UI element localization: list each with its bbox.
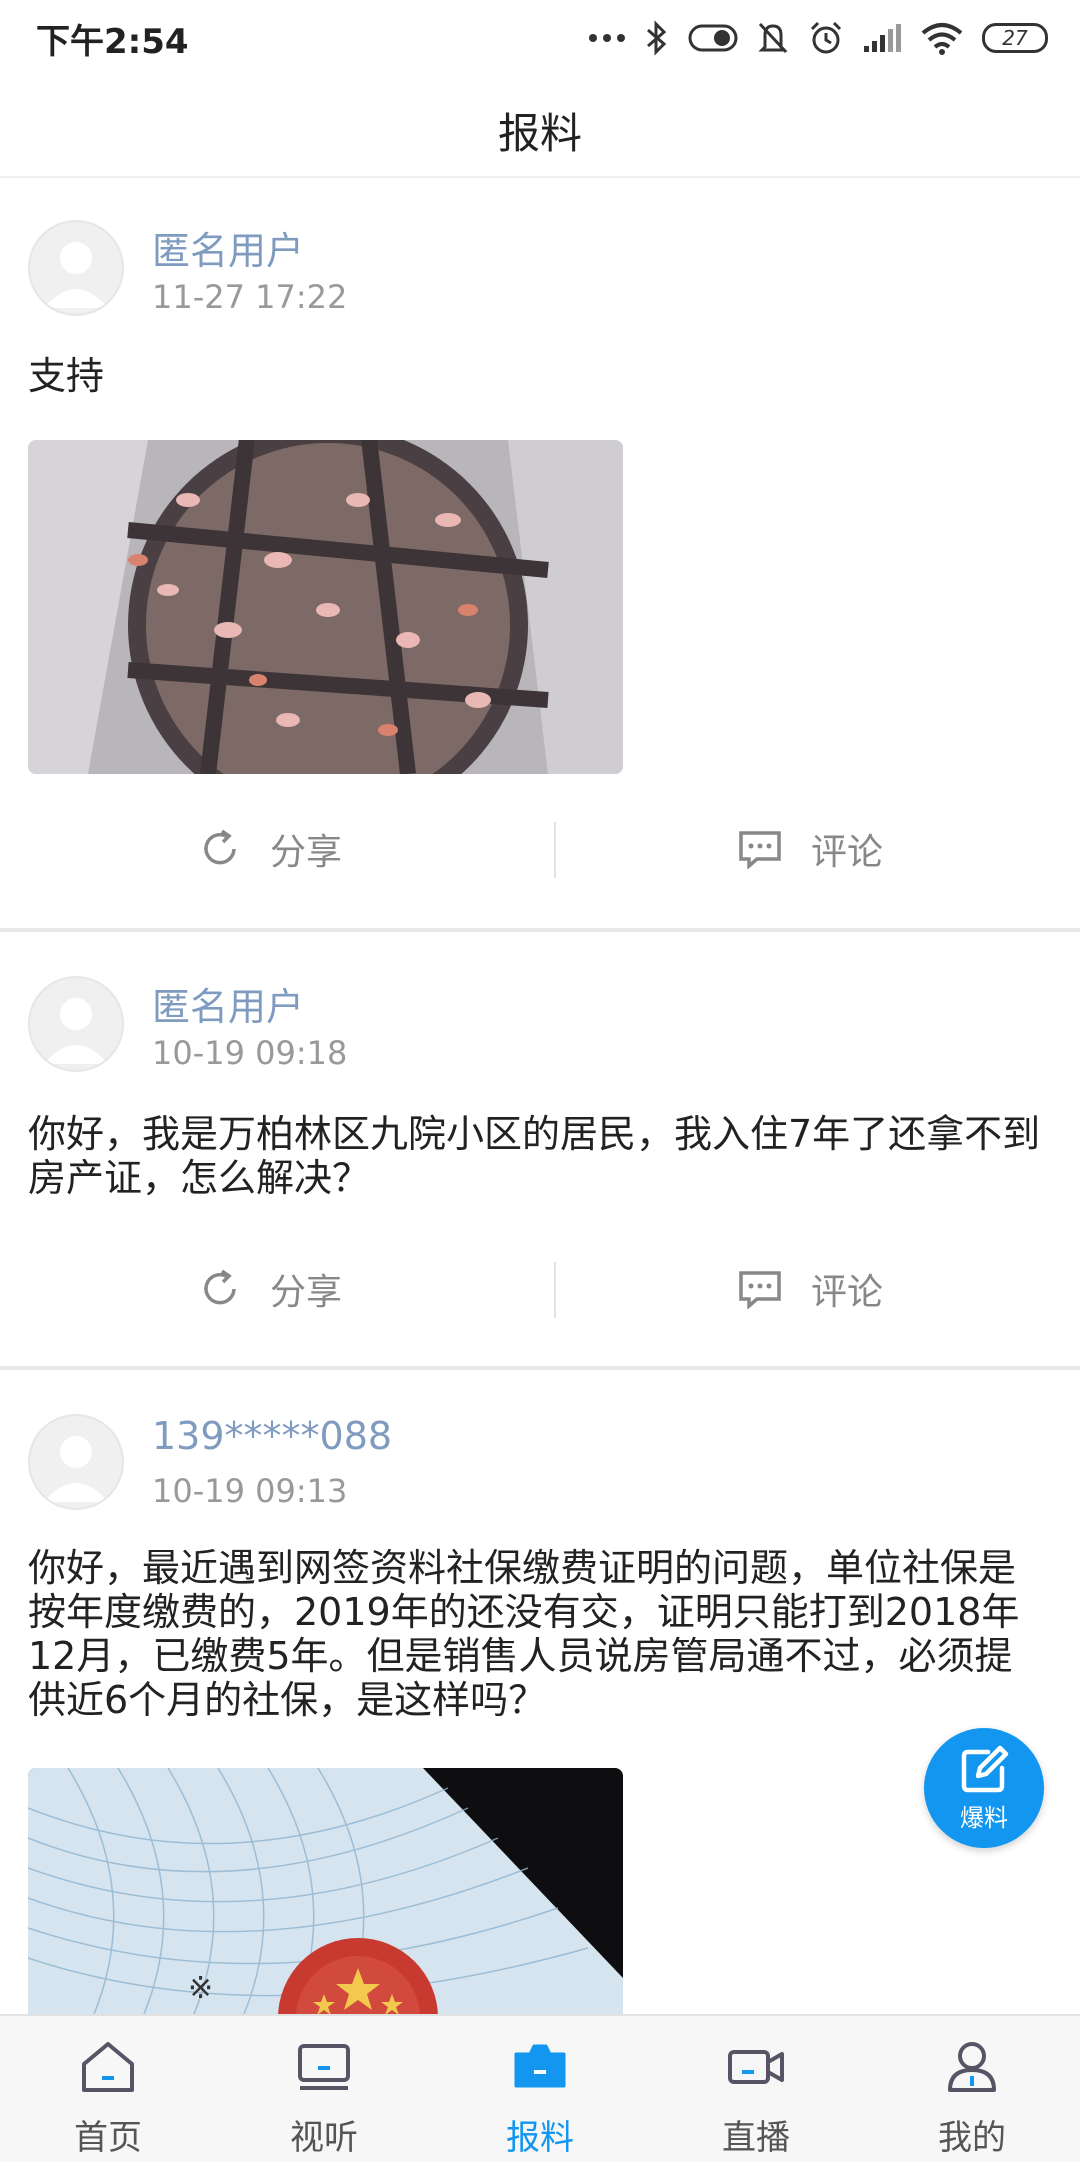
feed-post[interactable]: 139*****088 10-19 09:13 你好，最近遇到网签资料社保缴费证…: [0, 1370, 1080, 2014]
share-button[interactable]: 分享: [0, 1234, 540, 1344]
alarm-icon: [810, 21, 842, 54]
status-bar: 下午2:54 27: [0, 0, 1080, 76]
post-time: 10-19 09:13: [152, 1472, 348, 1510]
post-username[interactable]: 139*****088: [152, 1414, 392, 1458]
nav-label: 视听: [290, 2118, 358, 2158]
comment-label: 评论: [810, 832, 883, 873]
report-fab-button[interactable]: 爆料: [924, 1728, 1044, 1848]
tv-icon: [298, 2044, 350, 2090]
nav-item-video[interactable]: 视听: [216, 2016, 432, 2162]
post-image-certificate[interactable]: ※: [28, 1768, 623, 2014]
post-actions: 分享 评论: [0, 1234, 1080, 1344]
video-camera-icon: [728, 2050, 784, 2084]
home-icon: [82, 2042, 134, 2092]
share-icon: [204, 829, 236, 865]
feed-post[interactable]: 匿名用户 11-27 17:22 支持 分享 评论: [0, 176, 1080, 932]
camera-icon: [514, 2044, 566, 2088]
comment-icon: [739, 831, 781, 869]
user-icon: [948, 2042, 996, 2092]
status-icons: 27: [588, 16, 1048, 60]
status-time: 下午2:54: [36, 22, 189, 62]
avatar[interactable]: [28, 976, 124, 1072]
comment-icon: [739, 1271, 781, 1309]
mute-bell-icon: [758, 22, 788, 54]
nav-label: 我的: [938, 2118, 1006, 2158]
post-image-manhole[interactable]: [28, 440, 623, 774]
default-avatar-icon: [44, 242, 108, 308]
nav-label: 首页: [74, 2118, 142, 2158]
share-button[interactable]: 分享: [0, 794, 540, 904]
signal-icon: [864, 24, 901, 52]
more-dots-icon: [589, 34, 625, 42]
fab-label: 爆料: [960, 1803, 1008, 1832]
nav-item-home[interactable]: 首页: [0, 2016, 216, 2162]
post-actions: 分享 评论: [0, 794, 1080, 904]
bluetooth-icon: [647, 20, 667, 56]
comment-label: 评论: [810, 1272, 883, 1313]
nav-label: 直播: [722, 2118, 790, 2158]
post-username[interactable]: 匿名用户: [152, 976, 304, 1031]
nav-item-report[interactable]: 报料: [432, 2016, 648, 2162]
edit-icon: [961, 1745, 1009, 1792]
nav-item-live[interactable]: 直播: [648, 2016, 864, 2162]
header-bar: 报料: [0, 76, 1080, 178]
comment-button[interactable]: 评论: [540, 794, 1080, 904]
post-text: 你好，最近遇到网签资料社保缴费证明的问题，单位社保是按年度缴费的，2019年的还…: [28, 1546, 1020, 1722]
post-time: 10-19 09:18: [152, 1034, 348, 1072]
default-avatar-icon: [44, 998, 108, 1064]
feed-post[interactable]: 匿名用户 10-19 09:18 你好，我是万柏林区九院小区的居民，我入住7年了…: [0, 932, 1080, 1370]
share-icon: [204, 1269, 236, 1305]
post-username[interactable]: 匿名用户: [152, 220, 304, 275]
feed-list[interactable]: 匿名用户 11-27 17:22 支持 分享 评论 匿名用户 10-19 09:…: [0, 176, 1080, 2014]
wifi-icon: [921, 23, 963, 55]
toggle-icon: [688, 24, 738, 52]
certificate-image: ※: [28, 1768, 623, 2014]
comment-button[interactable]: 评论: [540, 1234, 1080, 1344]
page-title: 报料: [497, 109, 582, 158]
bottom-nav: 首页 视听 报料 直播 我的: [0, 2014, 1080, 2162]
nav-label: 报料: [506, 2118, 574, 2158]
manhole-cover-image: [28, 440, 623, 774]
default-avatar-icon: [44, 1436, 108, 1502]
share-label: 分享: [269, 832, 342, 873]
post-time: 11-27 17:22: [152, 278, 348, 316]
post-text: 支持: [28, 354, 105, 398]
post-text: 你好，我是万柏林区九院小区的居民，我入住7年了还拿不到房产证，怎么解决？: [28, 1112, 1041, 1200]
share-label: 分享: [269, 1272, 342, 1313]
avatar[interactable]: [28, 1414, 124, 1510]
svg-text:※: ※: [188, 1971, 213, 2006]
nav-item-profile[interactable]: 我的: [864, 2016, 1080, 2162]
battery-indicator: 27: [982, 23, 1048, 53]
avatar[interactable]: [28, 220, 124, 316]
